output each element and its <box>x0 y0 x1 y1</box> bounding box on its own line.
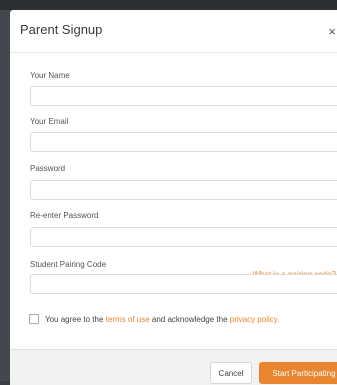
checkbox-icon[interactable] <box>29 314 39 324</box>
reenter-password-input[interactable] <box>30 227 337 247</box>
email-input[interactable] <box>30 132 337 152</box>
privacy-policy-link[interactable]: privacy policy. <box>230 315 280 324</box>
modal-title: Parent Signup <box>20 22 103 37</box>
modal-footer: Cancel Start Participating <box>10 349 337 385</box>
agreement-middle: and acknowledge the <box>151 314 228 324</box>
agreement-prefix: You agree to the <box>45 314 104 324</box>
password-label: Password <box>30 164 66 173</box>
terms-of-use-link[interactable]: terms of use <box>106 315 150 324</box>
page-backdrop-top <box>0 0 337 10</box>
email-label: Your Email <box>30 117 69 126</box>
parent-signup-modal: Parent Signup × Your Name Your Email Pas… <box>10 10 337 385</box>
name-label: Your Name <box>30 71 70 80</box>
close-icon[interactable]: × <box>328 25 336 38</box>
reenter-password-label: Re-enter Password <box>30 211 99 220</box>
name-input[interactable] <box>30 86 337 106</box>
pairing-code-input[interactable] <box>30 274 337 294</box>
pairing-code-label: Student Pairing Code <box>30 260 107 269</box>
modal-header: Parent Signup × <box>10 10 337 53</box>
page-backdrop <box>0 0 10 381</box>
agreement-row: You agree to the terms of use and acknow… <box>29 314 279 324</box>
password-input[interactable] <box>30 180 337 200</box>
